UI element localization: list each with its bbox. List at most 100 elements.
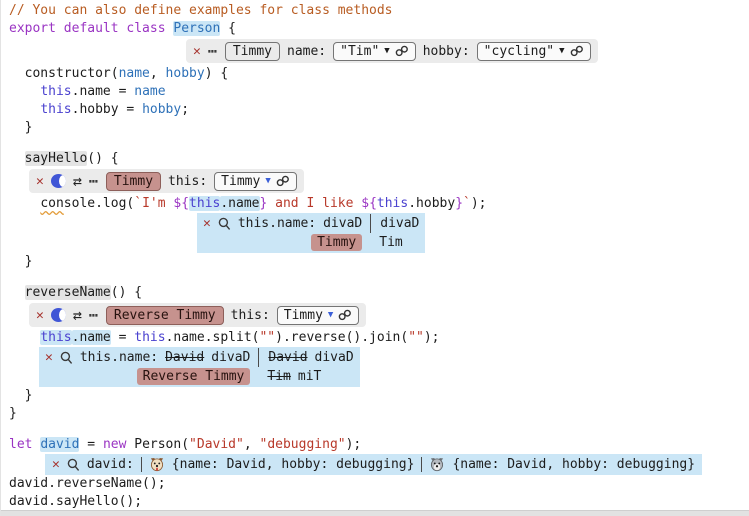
code-token: `I'm — [134, 196, 173, 211]
this-label: this: — [168, 174, 207, 189]
code-token: , — [150, 66, 166, 81]
code-token: } — [9, 254, 32, 269]
toggle-icon[interactable] — [51, 308, 66, 322]
close-icon[interactable]: ✕ — [203, 217, 211, 230]
code-token: sayHello — [25, 151, 88, 166]
magnifier-icon[interactable] — [60, 351, 73, 365]
example-button-timmy[interactable]: Timmy — [225, 42, 280, 61]
code-line: this.name = this.name.split("").reverse(… — [9, 329, 749, 347]
code-token: .hobby = — [72, 102, 142, 117]
code-token — [9, 84, 40, 99]
code-token: this — [189, 196, 220, 211]
code-token: hobby — [166, 66, 205, 81]
close-icon[interactable]: ✕ — [45, 351, 53, 364]
annotation-row-live: ✕ this.name: divaD — [203, 214, 370, 233]
wolf-icon — [429, 457, 445, 472]
code-token: } — [9, 388, 32, 403]
code-token: "" — [408, 330, 424, 345]
code-token: ; — [181, 102, 189, 117]
example-badge[interactable]: Reverse Timmy — [137, 368, 251, 385]
code-token: "" — [259, 330, 275, 345]
separator — [141, 457, 142, 472]
annotation-example-value: miT — [298, 369, 321, 384]
horizontal-scrollbar[interactable] — [1, 510, 749, 516]
close-icon[interactable]: ✕ — [52, 458, 60, 471]
this-value-dropdown[interactable]: Timmy ▼ — [214, 172, 297, 191]
code-token: .hobby — [408, 196, 455, 211]
code-token: () { — [87, 151, 118, 166]
code-token: } — [455, 196, 463, 211]
code-token: .name — [220, 196, 259, 211]
swap-arrows-icon[interactable]: ⇄ — [73, 174, 82, 189]
hobby-value-dropdown[interactable]: "cycling" ▼ — [477, 42, 591, 61]
code-token: constructor( — [9, 66, 119, 81]
close-icon[interactable]: ✕ — [193, 45, 201, 58]
code-token: Person( — [126, 437, 189, 452]
code-block-instantiation: }}let david = new Person("David", "debug… — [9, 387, 749, 454]
more-icon[interactable]: ⋯ — [89, 174, 99, 189]
annotation-history-cell: divaD — [370, 214, 419, 233]
code-token: new — [103, 437, 126, 452]
code-line: } — [9, 387, 749, 405]
annotation-history-value: divaD — [315, 350, 354, 365]
code-line: } — [9, 253, 749, 271]
code-token: this — [40, 330, 71, 345]
code-line: let david = new Person("David", "debuggi… — [9, 436, 749, 454]
chevron-down-icon: ▼ — [328, 311, 333, 320]
this-value-dropdown[interactable]: Timmy ▼ — [277, 306, 360, 325]
code-token: ) { — [205, 66, 228, 81]
code-token: david — [40, 437, 79, 452]
code-block-log: console.log(`I'm ${this.name} and I like… — [9, 195, 749, 213]
annotation-example-cell: Timmy — [203, 233, 370, 252]
link-icon — [395, 45, 409, 57]
close-icon[interactable]: ✕ — [36, 175, 44, 188]
code-block-header: // You can also define examples for clas… — [9, 2, 749, 38]
magnifier-icon[interactable] — [67, 458, 80, 472]
example-button-timmy[interactable]: Timmy — [106, 172, 161, 191]
annotation-example-previous: Tim — [267, 369, 290, 384]
code-line: // You can also define examples for clas… — [9, 2, 749, 20]
name-field-label: name: — [287, 44, 326, 59]
code-block-calls: david.reverseName(); david.sayHello(); — [9, 475, 749, 511]
link-icon — [338, 309, 352, 321]
code-token: sole.log( — [64, 196, 134, 211]
code-token: this — [134, 330, 165, 345]
name-value-dropdown[interactable]: "Tim" ▼ — [333, 42, 416, 61]
code-line: export default class Person { — [9, 20, 749, 38]
code-token: ${ — [361, 196, 377, 211]
code-token: ); — [346, 437, 362, 452]
code-token — [9, 196, 40, 211]
code-block-constructor: constructor(name, hobby) { this.name = n… — [9, 65, 749, 168]
code-line: } — [9, 119, 749, 137]
swap-arrows-icon[interactable]: ⇄ — [73, 308, 82, 323]
code-token: { — [220, 21, 236, 36]
more-icon[interactable]: ⋯ — [89, 308, 99, 323]
code-line: david.sayHello(); — [9, 493, 749, 511]
code-token: david.reverseName(); — [9, 476, 166, 491]
close-icon[interactable]: ✕ — [36, 309, 44, 322]
code-token: , — [244, 437, 260, 452]
example-button-reverse-timmy[interactable]: Reverse Timmy — [106, 306, 224, 325]
annotation-history-previous: David — [268, 350, 307, 365]
code-token: "David" — [189, 437, 244, 452]
code-token — [9, 330, 40, 345]
code-line: constructor(name, hobby) { — [9, 65, 749, 83]
class-example-widget: ✕ ⋯ Timmy name: "Tim" ▼ hobby: "cycling"… — [186, 39, 598, 63]
magnifier-icon[interactable] — [218, 217, 231, 231]
chevron-down-icon: ▼ — [265, 177, 270, 186]
code-token: hobby — [142, 102, 181, 117]
annotation-current-value: divaD — [211, 350, 250, 365]
object-history-value: {name: David, hobby: debugging} — [452, 457, 695, 472]
code-line — [9, 137, 749, 150]
annotation-target: david: — [87, 457, 134, 472]
example-badge[interactable]: Timmy — [311, 234, 362, 251]
code-token: = — [79, 437, 102, 452]
annotation-example-value-cell: Tim miT — [258, 367, 353, 386]
code-line: sayHello() { — [9, 150, 749, 168]
dog-icon — [149, 457, 165, 472]
annotation-row-live: ✕ this.name: David divaD — [45, 348, 258, 367]
code-token: name — [119, 66, 150, 81]
toggle-icon[interactable] — [51, 174, 66, 188]
name-value: "Tim" — [340, 44, 379, 59]
more-icon[interactable]: ⋯ — [208, 44, 218, 59]
